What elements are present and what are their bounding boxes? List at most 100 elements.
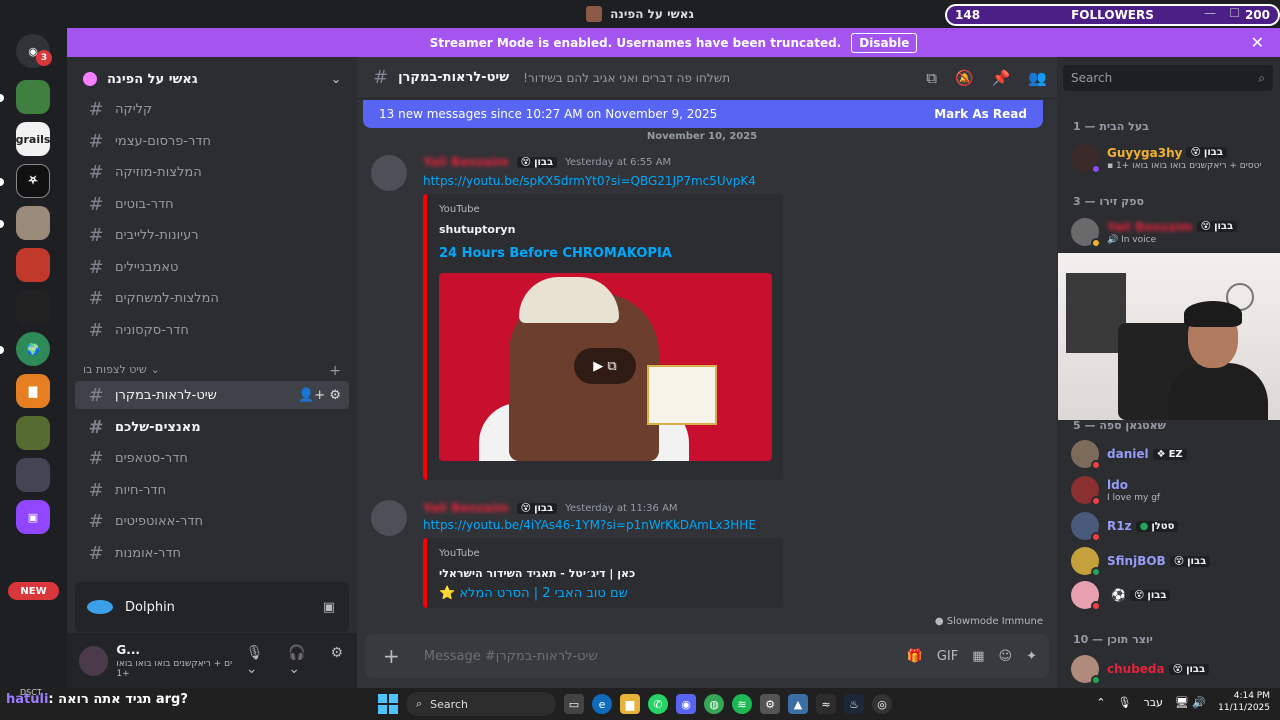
message-link[interactable]: https://youtu.be/4iYAs46-1YM?si=p1nWrKkD…	[423, 518, 756, 532]
channel-item[interactable]: # חדר-אאוטפיטים	[75, 507, 349, 535]
headphones-icon[interactable]: 🎧⌄	[288, 645, 316, 677]
edge-icon[interactable]: e	[592, 694, 612, 714]
twitch-server-icon[interactable]: ▣	[16, 500, 50, 534]
channel-settings-icons[interactable]: 👤+ ⚙	[298, 388, 341, 403]
member-item[interactable]: ldo I love my gf	[1071, 475, 1271, 506]
server-icon-9[interactable]	[16, 458, 50, 492]
chrome-icon[interactable]: ◍	[704, 694, 724, 714]
channel-item[interactable]: # חדר-סטאפים	[75, 444, 349, 472]
channel-item[interactable]: # חדר-סקסוניה	[75, 316, 349, 344]
notifications-muted-icon[interactable]: 🔕	[955, 69, 974, 87]
whatsapp-icon[interactable]: ✆	[648, 694, 668, 714]
gift-icon[interactable]: 🎁	[907, 649, 923, 664]
server-icon-4[interactable]	[16, 206, 50, 240]
avatar[interactable]	[371, 500, 407, 536]
guild-header[interactable]: גאשי על הפינה ⌄	[83, 67, 341, 91]
add-attachment-icon[interactable]: +	[383, 644, 400, 668]
add-channel-icon[interactable]: +	[329, 363, 341, 379]
disable-button[interactable]: Disable	[851, 32, 918, 53]
obs-icon[interactable]: ◎	[872, 694, 892, 714]
embed-provider[interactable]: YouTube	[439, 204, 771, 215]
pin-icon[interactable]: 📌	[992, 69, 1011, 87]
new-messages-bar[interactable]: 13 new messages since 10:27 AM on Novemb…	[363, 100, 1043, 128]
channel-item[interactable]: # רעיונות-ללייבים	[75, 221, 349, 249]
channel-item[interactable]: # המלצות-למשחקים	[75, 284, 349, 312]
discord-icon[interactable]: ◉	[676, 694, 696, 714]
emoji-icon[interactable]: ☺	[999, 649, 1013, 664]
message-author[interactable]: Yali Benzaim	[423, 501, 509, 515]
video-thumbnail[interactable]: ▶ ⧉	[439, 273, 772, 461]
channel-item-active[interactable]: # שיט-לראות-במקרן 👤+ ⚙	[75, 381, 349, 409]
server-icon-6[interactable]	[16, 290, 50, 324]
category-header[interactable]: שיט לצפות בו ⌄ +	[83, 363, 341, 379]
channel-item[interactable]: # חדר-בוטים	[75, 190, 349, 218]
activity-panel[interactable]: Dolphin ▣	[75, 582, 349, 632]
embed-provider[interactable]: YouTube	[439, 548, 771, 559]
network-volume-icons[interactable]: 🖥 🔊	[1175, 696, 1206, 709]
message-link[interactable]: https://youtu.be/spKX5drmYt0?si=QBG21JP7…	[423, 174, 756, 188]
avatar[interactable]	[371, 155, 407, 191]
message-input[interactable]: Message #שיט-לראות-במקרן	[424, 649, 598, 664]
channel-item[interactable]: # חדר-פרסום-עצמי	[75, 127, 349, 155]
apps-icon[interactable]: ✦	[1026, 649, 1037, 664]
threads-icon[interactable]: ⧉	[926, 69, 937, 87]
channel-item[interactable]: # חדר-אומנות	[75, 539, 349, 567]
minimize-button[interactable]: —	[1204, 6, 1216, 20]
dolphin-app-icon[interactable]: ≈	[816, 694, 836, 714]
folder-icon[interactable]: ▇	[16, 374, 50, 408]
search-input[interactable]: Search ⌕	[1063, 65, 1273, 91]
channel-item[interactable]: # המלצות-מוזיקה	[75, 158, 349, 186]
hash-icon: #	[88, 224, 104, 246]
task-view-icon[interactable]: ▭	[564, 694, 584, 714]
server-icon-3[interactable]: ⛧	[16, 164, 50, 198]
photos-icon[interactable]: ▲	[788, 694, 808, 714]
server-icon-8[interactable]	[16, 416, 50, 450]
message-composer[interactable]: + Message #שיט-לראות-במקרן 🎁 GIF ▦ ☺ ✦	[365, 634, 1049, 678]
screen-share-icon[interactable]: ▣	[323, 600, 335, 615]
member-item[interactable]: Guyyga3hy 😵 בבון ▪ יטסים + ריאקשנים בואו ב…	[1071, 143, 1271, 174]
chevron-up-icon[interactable]: ⌃	[1096, 696, 1105, 709]
steam-icon[interactable]: ♨	[844, 694, 864, 714]
sticker-icon[interactable]: ▦	[972, 649, 984, 664]
taskbar-search[interactable]: ⌕ Search	[406, 692, 556, 716]
play-icon[interactable]: ▶ ⧉	[574, 348, 636, 384]
member-item[interactable]: chubeda 😵 בבון	[1071, 654, 1271, 685]
microphone-icon[interactable]: 🎙⌄	[246, 645, 275, 677]
maximize-button[interactable]: ☐	[1229, 6, 1240, 20]
mark-as-read-button[interactable]: Mark As Read	[934, 107, 1027, 121]
embed-title[interactable]: 24 Hours Before CHROMAKOPIA	[439, 246, 771, 261]
embed-author[interactable]: כאן | דיג׳יטל - תאגיד השידור הישראלי	[439, 567, 771, 580]
server-icon-1[interactable]	[16, 80, 50, 114]
windows-start-icon[interactable]	[378, 694, 398, 714]
channel-item[interactable]: # טאמבניילים	[75, 253, 349, 281]
channel-item[interactable]: # מאנצים-שלכם	[75, 413, 349, 441]
gear-icon[interactable]: ⚙	[330, 645, 343, 677]
channel-item[interactable]: # קליקה	[75, 95, 349, 123]
member-item[interactable]: R1z ● סטלן	[1071, 511, 1271, 542]
member-item[interactable]: SfinjBOB 😵 בבון	[1071, 546, 1271, 577]
server-icon-5[interactable]	[16, 248, 50, 282]
clock[interactable]: 4:14 PM 11/11/2025	[1218, 690, 1270, 714]
member-list-icon[interactable]: 👥	[1028, 69, 1047, 87]
microphone-tray-icon[interactable]: 🎙	[1118, 696, 1132, 709]
message-author[interactable]: Yali Benzaim	[423, 155, 509, 169]
channel-topic[interactable]: !תשלחו פה דברים ואני אגיב להם בשידור	[523, 71, 730, 85]
member-item[interactable]: Yali Benzaim 😵 בבון 🔊 In voice	[1071, 217, 1271, 248]
server-icon-grails[interactable]: grails	[16, 122, 50, 156]
member-name: Guyyga3hy	[1107, 145, 1183, 160]
unread-pip	[0, 178, 4, 186]
language-indicator[interactable]: עבר	[1143, 696, 1162, 709]
settings-icon[interactable]: ⚙	[760, 694, 780, 714]
member-item[interactable]: daniel ❖ EZ	[1071, 439, 1271, 470]
spotify-icon[interactable]: ≋	[732, 694, 752, 714]
channel-item[interactable]: # חדר-חיות	[75, 476, 349, 504]
member-item[interactable]: ⚽ 😵 בבון	[1071, 580, 1271, 611]
close-icon[interactable]: ✕	[1251, 33, 1264, 52]
server-icon-globe[interactable]: 🌍	[16, 332, 50, 366]
avatar[interactable]	[79, 645, 109, 676]
chevron-down-icon[interactable]: ⌄	[331, 72, 341, 86]
embed-title[interactable]: ⭐ שם טוב האבי 2 | הסרט המלא	[439, 586, 771, 601]
file-explorer-icon[interactable]: ▆	[620, 694, 640, 714]
gif-icon[interactable]: GIF	[937, 649, 958, 664]
embed-author[interactable]: shutuptoryn	[439, 223, 771, 236]
